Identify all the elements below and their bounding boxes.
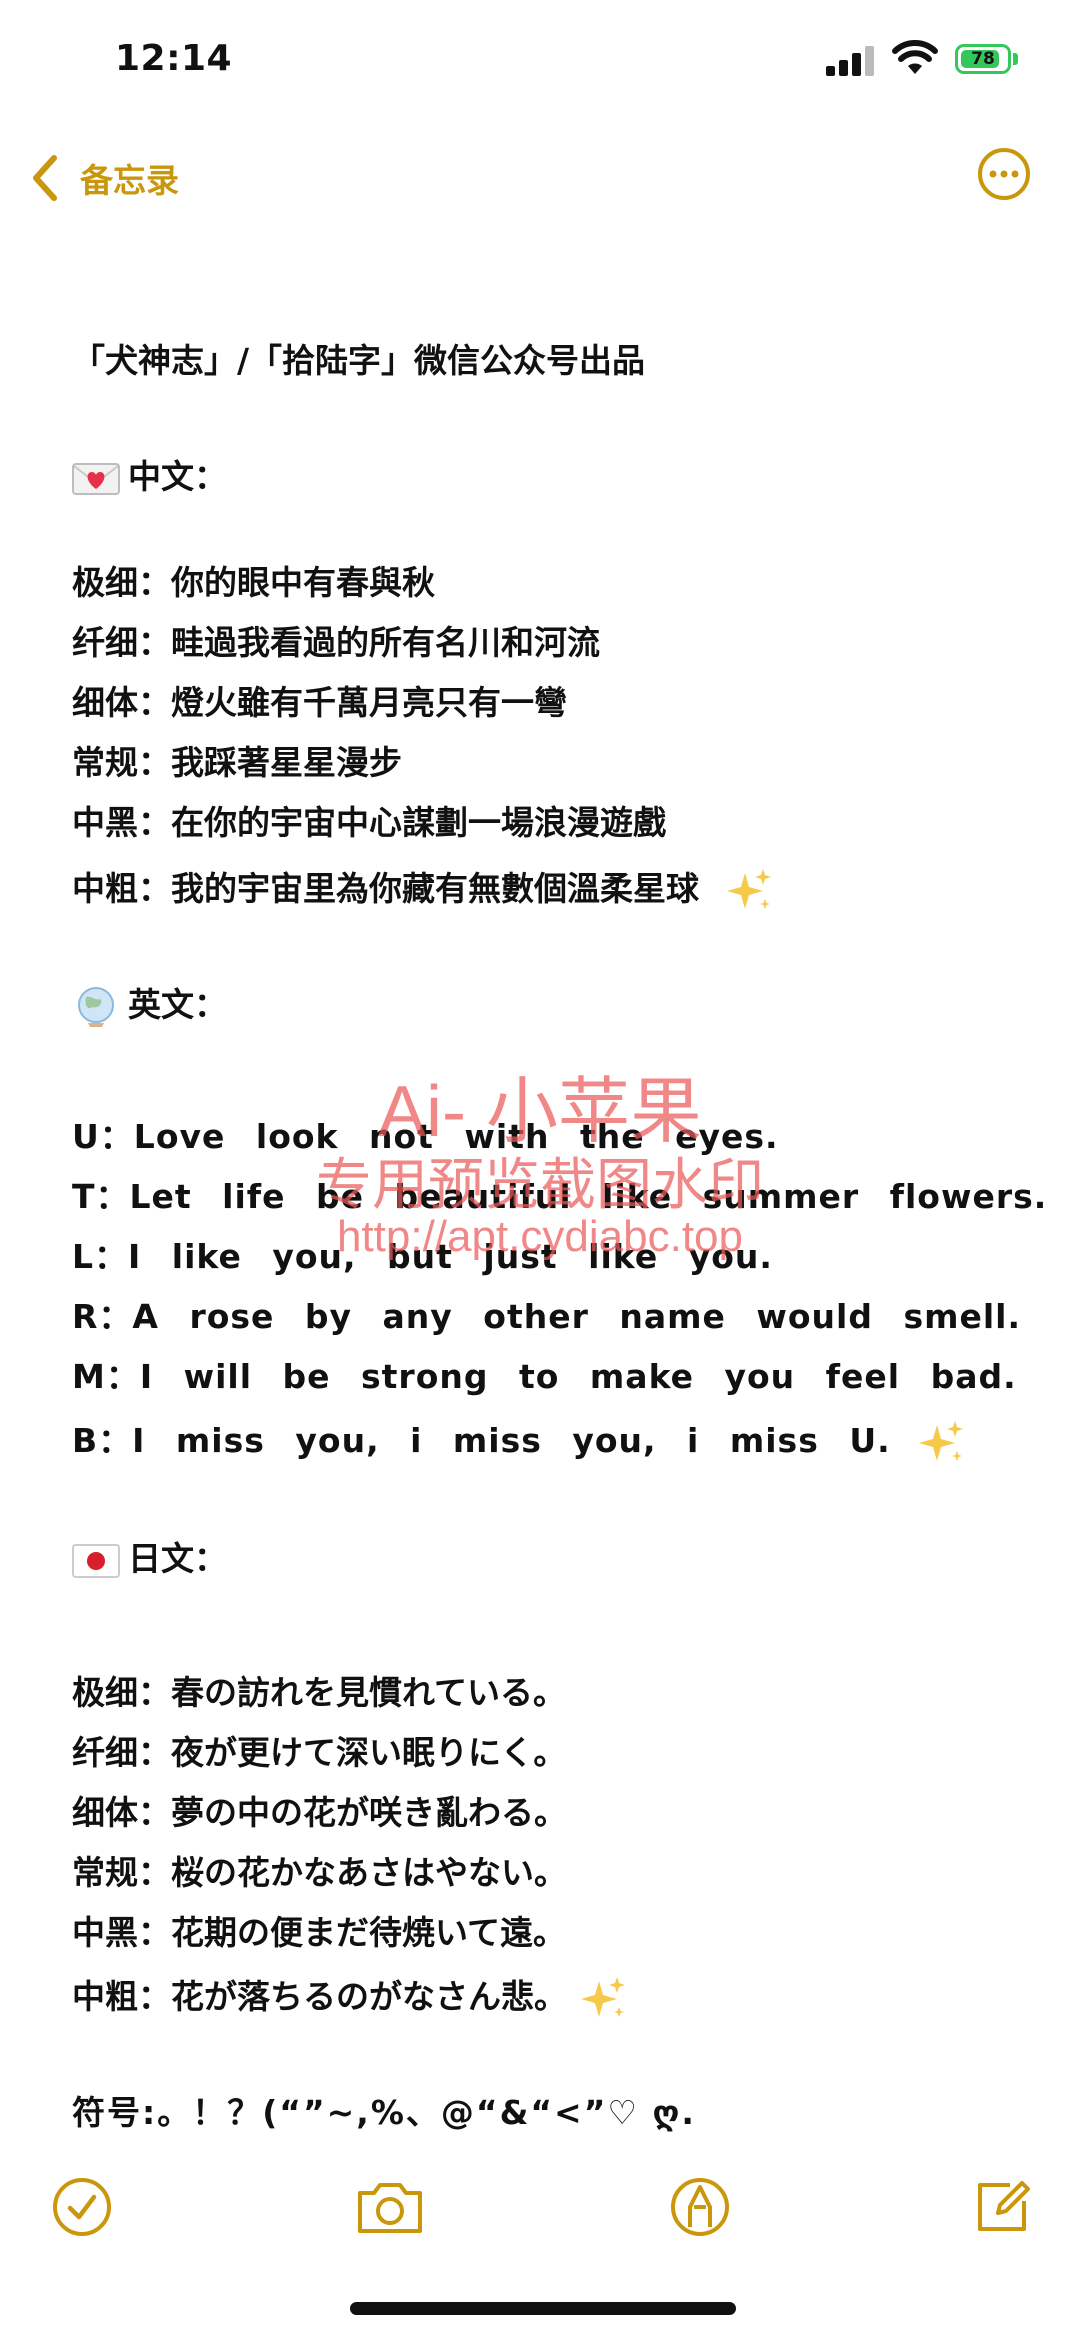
globe-icon [78,986,114,1027]
status-bar: 12:14 78 [0,0,1080,120]
english-line-3: L：I like you, but just like you. [72,1237,773,1276]
ellipsis-circle-icon[interactable] [976,146,1032,202]
battery-tip [1013,53,1018,65]
cellular-signal-icon [826,46,876,76]
japanese-line-4: 常规：桜の花かなあさはやない。 [72,1853,567,1892]
chinese-line-2: 纤细：畦過我看過的所有名川和河流 [72,623,600,662]
sparkles-icon [918,1420,963,1461]
back-button[interactable]: 备忘录 [28,148,179,208]
wifi-icon [892,40,938,74]
compose-icon[interactable] [970,2175,1034,2239]
checklist-icon[interactable] [50,2175,114,2239]
chinese-title-text: 中文： [128,457,227,496]
japanese-section-title: 日文： [72,1532,227,1580]
japanese-line-6-text: 中粗：花が落ちるのがなさん悲。 [72,1977,567,2016]
note-header: 「犬神志」/「拾陆字」微信公众号出品 [72,341,646,380]
chinese-line-5: 中黑：在你的宇宙中心謀劃一場浪漫遊戲 [72,803,666,842]
japanese-line-1: 极细：春の訪れを見慣れている。 [72,1673,567,1712]
english-line-1: U：Love look not with the eyes. [72,1117,779,1156]
japan-flag-icon [72,1543,120,1578]
english-line-2: T：Let life be beautiful like summer flow… [72,1177,1048,1216]
chinese-section-title: 中文： [72,450,227,498]
chinese-line-3: 细体：燈火雖有千萬月亮只有一彎 [72,683,567,722]
english-section-title: 英文： [72,978,227,1029]
camera-icon[interactable] [354,2175,426,2239]
japanese-line-2: 纤细：夜が更けて深い眠りにく。 [72,1733,567,1772]
battery-level: 78 [971,49,995,69]
love-letter-icon [72,462,120,495]
sparkles-icon [727,868,771,909]
markup-pen-icon[interactable] [668,2175,732,2239]
chinese-line-6: 中粗：我的宇宙里為你藏有無數個溫柔星球 [72,862,773,915]
english-line-6: B：I miss you, i miss you, i miss U. [72,1414,965,1467]
english-line-4: R：A rose by any other name would smell. [72,1297,1022,1336]
status-time: 12:14 [115,38,233,79]
sparkles-icon [581,1976,625,2017]
home-indicator[interactable] [350,2302,736,2315]
chinese-line-6-text: 中粗：我的宇宙里為你藏有無數個溫柔星球 [72,869,699,908]
battery-icon: 78 [955,44,1021,78]
japanese-title-text: 日文： [128,1539,227,1578]
japanese-line-6: 中粗：花が落ちるのがなさん悲。 [72,1970,627,2023]
symbols-line: 符号:。！？(“”~,%、@“&“<”♡ ღ. [72,2093,696,2132]
japanese-line-5: 中黑：花期の便まだ待焼いて遠。 [72,1913,567,1952]
chinese-line-1: 极细：你的眼中有春與秋 [72,563,435,602]
japanese-line-3: 细体：夢の中の花が咲き亂わる。 [72,1793,567,1832]
chinese-line-4: 常规：我踩著星星漫步 [72,743,402,782]
english-title-text: 英文： [128,985,227,1024]
english-line-6-text: B：I miss you, i miss you, i miss U. [72,1421,891,1460]
english-line-5: M：I will be strong to make you feel bad. [72,1357,1017,1396]
back-label: 备忘录 [80,161,179,200]
chevron-left-icon [33,155,57,201]
notes-screen: 12:14 78 备忘录 「犬神志」/「拾陆字」微信公众号出品 中文： 极细：你… [0,0,1080,2337]
